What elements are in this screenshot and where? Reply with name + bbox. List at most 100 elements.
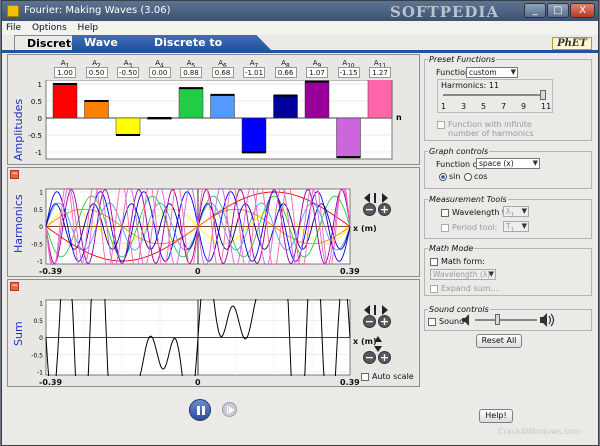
step-button[interactable]: [222, 402, 237, 417]
watermark-logo: SOFTPEDIA: [390, 3, 500, 21]
function-dropdown[interactable]: custom ▼: [466, 67, 518, 78]
menu-bar: File Options Help: [2, 21, 598, 35]
amplitude-8-input[interactable]: 0.66: [274, 67, 297, 78]
amplitude-y-tick: -1: [35, 149, 42, 157]
amplitude-10-input[interactable]: -1.15: [337, 67, 360, 78]
sin-label: sin: [449, 172, 461, 181]
function-value: custom: [469, 68, 497, 77]
checkbox-box[interactable]: [441, 223, 449, 232]
amplitude-y-tick: 1: [38, 81, 42, 89]
radio-empty-icon[interactable]: [464, 172, 472, 181]
period-tool-dropdown[interactable]: T1 ▼: [503, 221, 529, 234]
volume-slider-thumb[interactable]: [494, 314, 500, 325]
maximize-button[interactable]: □: [547, 3, 569, 18]
amplitude-7-input[interactable]: -1.01: [243, 67, 265, 78]
harmonics-zoom-out-button[interactable]: −: [363, 203, 376, 216]
amplitude-2-input[interactable]: 0.50: [85, 67, 108, 78]
period-subscript: 1: [510, 226, 515, 234]
phet-logo: PhET: [552, 37, 592, 50]
amplitude-4-input[interactable]: 0.00: [148, 67, 171, 78]
pause-button[interactable]: [189, 399, 211, 421]
harmonics-slider-tick: 3: [461, 102, 467, 111]
harmonics-x-zero: 0: [195, 267, 201, 276]
sum-collapse-button[interactable]: −: [10, 282, 19, 291]
amplitude-bar-11[interactable]: [367, 80, 393, 119]
checkbox-box[interactable]: [430, 284, 438, 293]
expand-sum-label: Expand sum...: [441, 284, 499, 293]
function-of-dropdown[interactable]: space (x) ▼: [476, 158, 540, 169]
period-tool-label: Period tool:: [452, 223, 498, 232]
tab-discrete-to-continuous[interactable]: Discrete to Continuous: [142, 35, 272, 51]
harmonics-slider-track: [443, 94, 543, 96]
amplitude-bar-1[interactable]: [52, 83, 78, 119]
infinite-label-2: number of harmonics: [448, 129, 534, 138]
harmonics-zoom-in-button[interactable]: +: [378, 203, 391, 216]
period-tool-checkbox[interactable]: Period tool:: [441, 223, 497, 232]
infinite-label-1: Function with infinite: [448, 120, 532, 129]
minimize-button[interactable]: _: [524, 3, 546, 18]
checkbox-box[interactable]: [430, 257, 438, 266]
wavelength-tool-dropdown[interactable]: λ1 ▼: [503, 206, 529, 219]
amplitude-bar-8[interactable]: [273, 95, 298, 119]
amplitude-5-input[interactable]: 0.88: [180, 67, 202, 78]
menu-options[interactable]: Options: [28, 21, 71, 35]
checkbox-box[interactable]: [441, 208, 449, 217]
checkbox-box[interactable]: [361, 372, 369, 381]
infinite-harmonics-checkbox[interactable]: Function with infinite: [437, 120, 532, 129]
horizontal-zoom-arrows-icon: [364, 305, 388, 315]
tab-wave-game[interactable]: Wave Game: [72, 35, 152, 51]
preset-functions-title: Preset Functions: [428, 55, 497, 64]
amplitude-bar-2[interactable]: [84, 100, 109, 119]
chevron-down-icon: ▼: [532, 159, 538, 167]
amplitude-bar-5[interactable]: [178, 87, 204, 119]
harmonics-x-label: x (m): [353, 224, 377, 233]
chevron-down-icon: ▼: [521, 207, 527, 215]
harmonics-collapse-button[interactable]: −: [10, 170, 19, 179]
harmonics-x-min: -0.39: [39, 267, 63, 276]
amplitude-bar-6[interactable]: [210, 94, 235, 119]
math-form-checkbox[interactable]: Math form:: [430, 257, 485, 266]
checkbox-box[interactable]: [428, 317, 436, 326]
radio-selected-icon[interactable]: [439, 172, 447, 181]
wavelength-subscript: 1: [510, 211, 515, 219]
sum-label: Sum: [12, 321, 25, 346]
expand-sum-checkbox[interactable]: Expand sum...: [430, 284, 498, 293]
auto-scale-checkbox[interactable]: Auto scale: [361, 372, 414, 381]
app-icon: [7, 5, 19, 17]
checkbox-box[interactable]: [437, 120, 445, 129]
harmonics-slider-tick: 1: [441, 102, 447, 111]
chevron-down-icon: ▼: [521, 222, 527, 230]
cos-radio[interactable]: cos: [464, 172, 487, 181]
amplitude-bar-3[interactable]: [115, 117, 141, 136]
tab-bar: Discrete Wave Game Discrete to Continuou…: [2, 35, 598, 51]
menu-help[interactable]: Help: [74, 21, 103, 35]
amplitude-bar-9[interactable]: [304, 81, 330, 119]
sum-vertical-zoom-in-button[interactable]: +: [378, 351, 391, 364]
amplitude-bar-7[interactable]: [241, 117, 267, 153]
tab-discrete[interactable]: Discrete: [14, 35, 80, 51]
amplitude-bar-10[interactable]: [336, 117, 361, 158]
vertical-zoom-arrows-icon: [374, 336, 382, 352]
sound-checkbox[interactable]: Sound: [428, 317, 464, 326]
volume-low-icon: [462, 314, 469, 326]
math-form-dropdown[interactable]: Wavelength (λ) ▼: [430, 269, 496, 280]
amplitude-11-input[interactable]: 1.27: [369, 67, 391, 78]
harmonics-slider-tick: 7: [501, 102, 507, 111]
harmonics-slider-thumb[interactable]: [540, 90, 546, 100]
sum-horizontal-zoom-in-button[interactable]: +: [378, 315, 391, 328]
amplitude-1-input[interactable]: 1.00: [54, 67, 76, 78]
amplitudes-label: Amplitudes: [12, 98, 25, 161]
help-button[interactable]: Help!: [479, 409, 513, 423]
amplitude-9-input[interactable]: 1.07: [306, 67, 328, 78]
amplitude-6-input[interactable]: 0.68: [211, 67, 234, 78]
sin-radio[interactable]: sin: [439, 172, 460, 181]
reset-all-button[interactable]: Reset All: [476, 334, 522, 348]
sum-horizontal-zoom-out-button[interactable]: −: [363, 315, 376, 328]
menu-file[interactable]: File: [2, 21, 25, 35]
amplitude-3-input[interactable]: -0.50: [117, 67, 139, 78]
harmonics-y-tick: 0: [39, 224, 43, 231]
harmonics-y-tick: 0.5: [33, 207, 43, 214]
graph-controls-group: Graph controls: [424, 147, 592, 189]
sum-vertical-zoom-out-button[interactable]: −: [363, 351, 376, 364]
close-button[interactable]: X: [570, 3, 595, 18]
